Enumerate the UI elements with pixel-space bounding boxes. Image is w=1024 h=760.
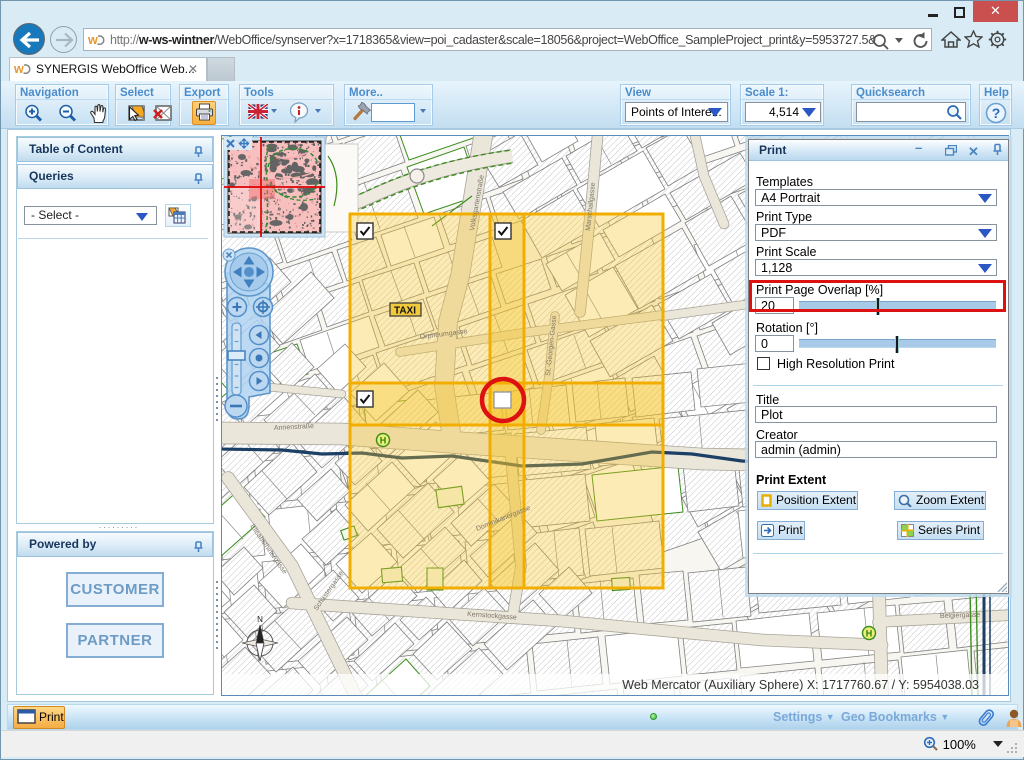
svg-text:Web Mercator (Auxiliary Sphere: Web Mercator (Auxiliary Sphere) X: 17177… bbox=[622, 678, 979, 692]
svg-text:H: H bbox=[866, 629, 873, 639]
svg-text:w: w bbox=[13, 62, 24, 75]
svg-text:w: w bbox=[87, 33, 98, 46]
svg-text:N: N bbox=[257, 615, 263, 624]
svg-text:?: ? bbox=[992, 105, 1001, 121]
svg-text:Belgiergasse: Belgiergasse bbox=[940, 612, 981, 620]
svg-text:H: H bbox=[380, 436, 387, 446]
svg-text:TAXI: TAXI bbox=[394, 306, 416, 317]
